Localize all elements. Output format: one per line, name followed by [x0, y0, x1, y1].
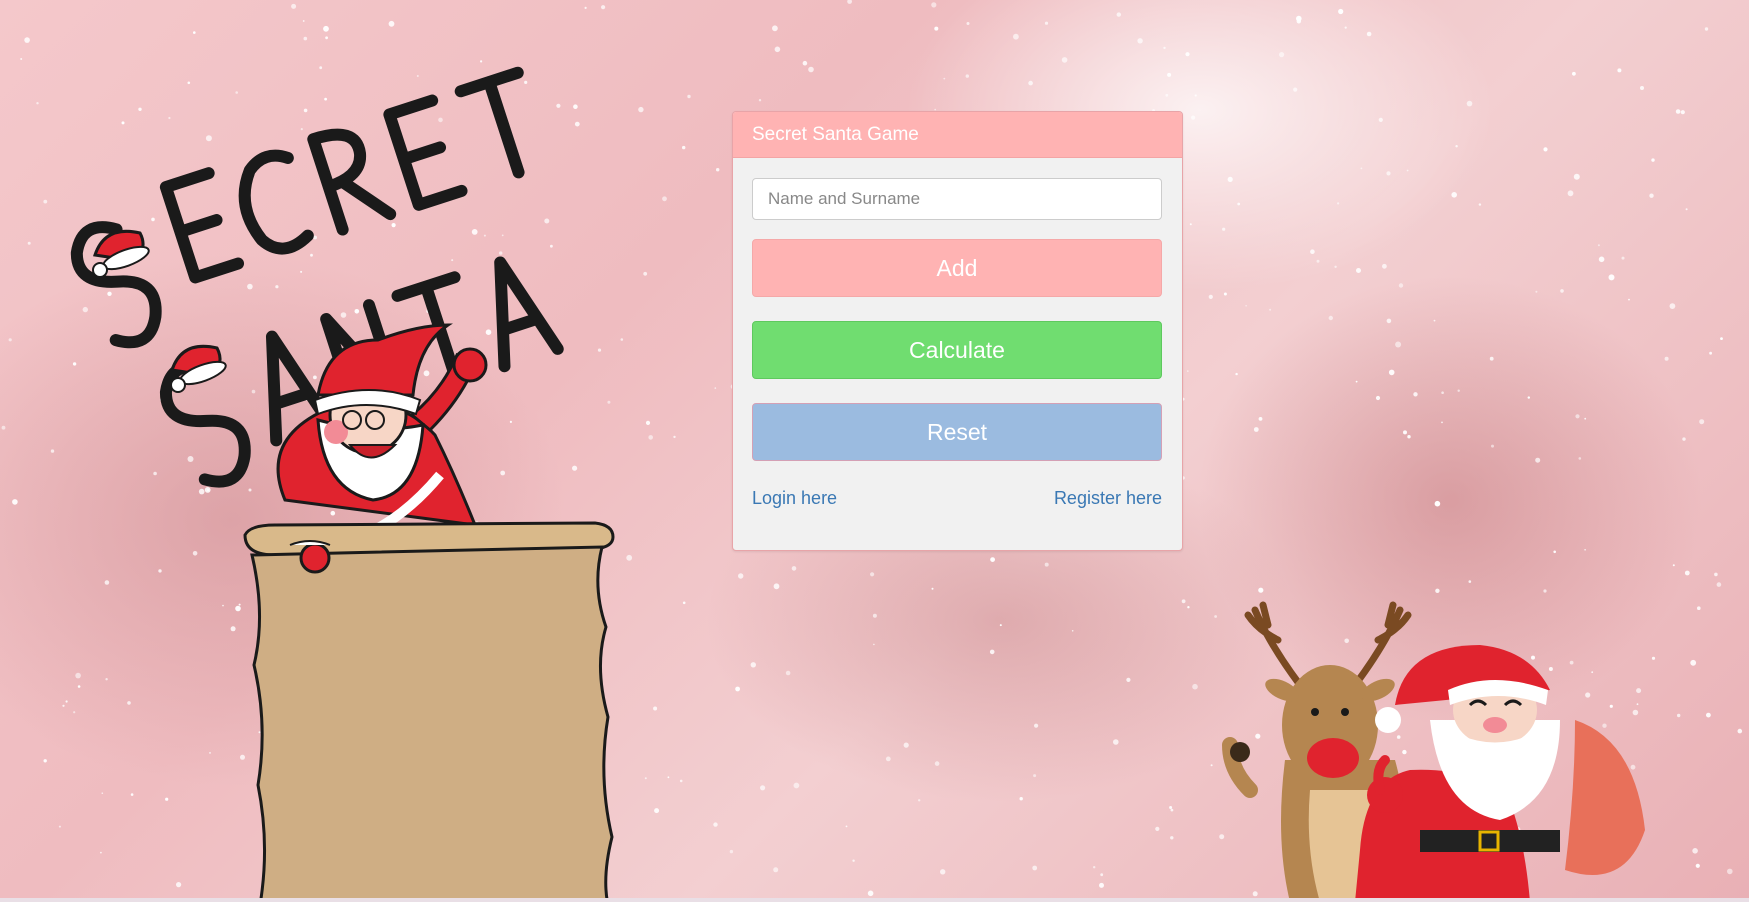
card-body: Add Calculate Reset Login here Register … — [733, 158, 1182, 509]
register-link[interactable]: Register here — [1054, 488, 1162, 509]
reset-button[interactable]: Reset — [752, 403, 1162, 461]
auth-links: Login here Register here — [752, 488, 1162, 509]
page-background: Secret Santa Game Add Calculate Reset Lo… — [0, 0, 1749, 902]
login-link[interactable]: Login here — [752, 488, 837, 509]
santa-hat-icon — [170, 344, 227, 393]
calculate-button[interactable]: Calculate — [752, 321, 1162, 379]
santa-hat-icon — [92, 229, 150, 278]
card-title: Secret Santa Game — [733, 112, 1182, 158]
page-bottom-strip — [0, 898, 1749, 902]
name-surname-input[interactable] — [752, 178, 1162, 220]
add-button[interactable]: Add — [752, 239, 1162, 297]
santa-with-scroll-illustration — [243, 323, 615, 902]
reindeer-and-santa-illustration — [1222, 601, 1645, 902]
secret-santa-card: Secret Santa Game Add Calculate Reset Lo… — [732, 111, 1183, 551]
